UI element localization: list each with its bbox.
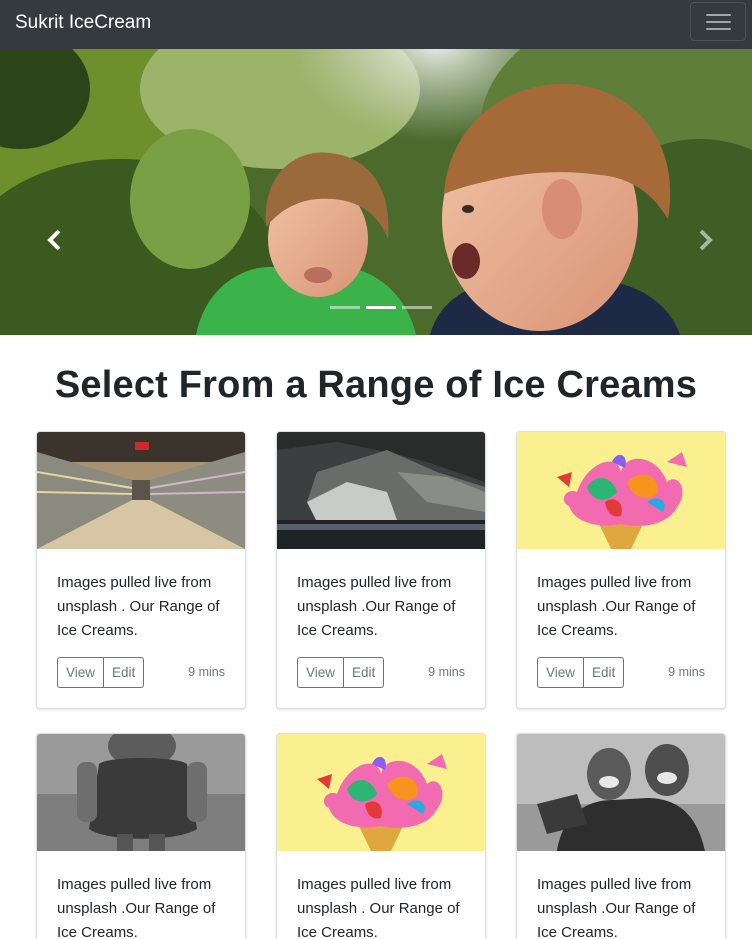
- hero-carousel: [0, 49, 752, 335]
- card-text: Images pulled live from unsplash .Our Ra…: [297, 574, 456, 639]
- card-timestamp: 9 mins: [188, 665, 225, 679]
- product-card: Images pulled live from unsplash .Our Ra…: [36, 733, 246, 939]
- card-timestamp: 9 mins: [668, 665, 705, 679]
- page-title: Select From a Range of Ice Creams: [54, 364, 698, 406]
- edit-button[interactable]: Edit: [584, 657, 625, 688]
- view-button[interactable]: View: [297, 657, 345, 688]
- card-text: Images pulled live from unsplash .Our Ra…: [57, 876, 216, 939]
- carousel-indicator-1[interactable]: [330, 306, 360, 309]
- navbar: Sukrit IceCream: [0, 0, 752, 49]
- carousel-slide-image: [0, 49, 752, 335]
- card-image: [277, 432, 485, 549]
- product-card: Images pulled live from unsplash . Our R…: [36, 431, 246, 709]
- card-image: [37, 432, 245, 549]
- navbar-brand[interactable]: Sukrit IceCream: [15, 10, 151, 35]
- view-button[interactable]: View: [537, 657, 585, 688]
- card-image: [517, 432, 725, 549]
- carousel-indicator-2[interactable]: [366, 306, 396, 309]
- card-button-group: View Edit: [297, 657, 385, 688]
- card-text: Images pulled live from unsplash .Our Ra…: [537, 574, 696, 639]
- card-button-group: View Edit: [57, 657, 145, 688]
- navbar-toggler-button[interactable]: [690, 2, 746, 41]
- card-image: [37, 734, 245, 851]
- carousel-indicator-3[interactable]: [402, 306, 432, 309]
- product-card: Images pulled live from unsplash .Our Ra…: [516, 431, 726, 709]
- edit-button[interactable]: Edit: [344, 657, 385, 688]
- view-button[interactable]: View: [57, 657, 105, 688]
- card-text: Images pulled live from unsplash . Our R…: [297, 876, 460, 939]
- card-image: [517, 734, 725, 851]
- product-card: Images pulled live from unsplash .Our Ra…: [276, 431, 486, 709]
- product-card: Images pulled live from unsplash .Our Ra…: [516, 733, 726, 939]
- card-image: [277, 734, 485, 851]
- card-text: Images pulled live from unsplash .Our Ra…: [537, 876, 696, 939]
- product-card: Images pulled live from unsplash . Our R…: [276, 733, 486, 939]
- card-text: Images pulled live from unsplash . Our R…: [57, 574, 220, 639]
- carousel-indicators: [330, 306, 432, 309]
- card-button-group: View Edit: [537, 657, 625, 688]
- card-timestamp: 9 mins: [428, 665, 465, 679]
- edit-button[interactable]: Edit: [104, 657, 145, 688]
